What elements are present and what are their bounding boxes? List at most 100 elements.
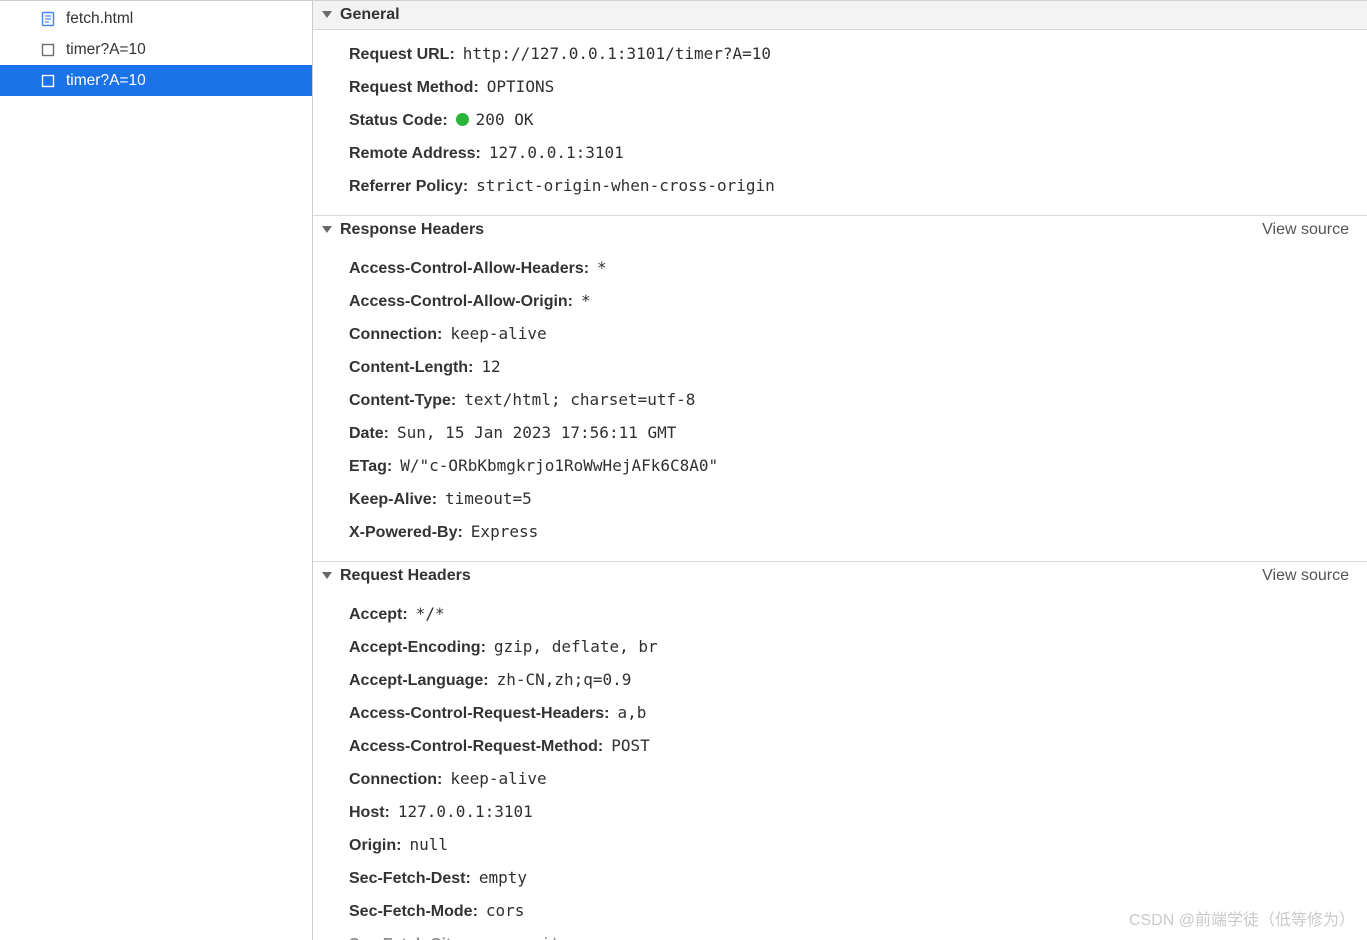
triangle-down-icon <box>322 11 332 18</box>
request-item-0[interactable]: fetch.html <box>0 3 312 34</box>
header-label: Accept-Encoding: <box>349 636 486 660</box>
request-item-name: timer?A=10 <box>66 41 146 59</box>
triangle-down-icon <box>322 572 332 579</box>
header-value: text/html; charset=utf-8 <box>464 388 695 412</box>
header-label: Accept-Language: <box>349 669 489 693</box>
triangle-down-icon <box>322 226 332 233</box>
section-request-toggle[interactable]: Request Headers View source <box>313 562 1367 590</box>
header-row: ETag: W/"c-ORbKbmgkrjo1RoWwHejAFk6C8A0" <box>313 450 1367 483</box>
header-value: */* <box>416 602 445 626</box>
header-value: W/"c-ORbKbmgkrjo1RoWwHejAFk6C8A0" <box>400 454 718 478</box>
header-label: Keep-Alive: <box>349 488 437 512</box>
header-value: * <box>597 256 607 280</box>
header-row: Origin: null <box>313 829 1367 862</box>
header-row: Access-Control-Request-Method: POST <box>313 730 1367 763</box>
section-title-text: General <box>340 6 400 24</box>
header-value: 127.0.0.1:3101 <box>489 141 624 165</box>
header-value: timeout=5 <box>445 487 532 511</box>
section-general-toggle[interactable]: General <box>313 1 1367 30</box>
header-value: * <box>581 289 591 313</box>
request-item-name: timer?A=10 <box>66 72 146 90</box>
header-label: Connection: <box>349 323 442 347</box>
header-value: cors <box>486 899 525 923</box>
response-rows: Access-Control-Allow-Headers: * Access-Co… <box>313 244 1367 561</box>
header-row: Host: 127.0.0.1:3101 <box>313 796 1367 829</box>
header-row: Referrer Policy: strict-origin-when-cros… <box>313 170 1367 203</box>
header-row: Accept: */* <box>313 598 1367 631</box>
header-row: Sec-Fetch-Site: cross-site <box>313 928 1367 940</box>
header-row: Status Code: 200 OK <box>313 104 1367 137</box>
general-rows: Request URL: http://127.0.0.1:3101/timer… <box>313 30 1367 215</box>
header-row: Content-Length: 12 <box>313 351 1367 384</box>
header-value: null <box>409 833 448 857</box>
header-label: X-Powered-By: <box>349 521 463 545</box>
header-label: Content-Length: <box>349 356 473 380</box>
devtools-network-panel: fetch.html timer?A=10 timer?A=10 General <box>0 0 1367 940</box>
header-row: Remote Address: 127.0.0.1:3101 <box>313 137 1367 170</box>
header-value: POST <box>611 734 650 758</box>
xhr-icon <box>40 73 56 89</box>
header-row: Access-Control-Allow-Headers: * <box>313 252 1367 285</box>
header-value: OPTIONS <box>487 75 554 99</box>
section-response-toggle[interactable]: Response Headers View source <box>313 216 1367 244</box>
header-label: Content-Type: <box>349 389 456 413</box>
section-general: General Request URL: http://127.0.0.1:31… <box>313 1 1367 216</box>
section-title-text: Request Headers <box>340 567 471 585</box>
header-label: Origin: <box>349 834 401 858</box>
header-row: Request URL: http://127.0.0.1:3101/timer… <box>313 38 1367 71</box>
header-row: Keep-Alive: timeout=5 <box>313 483 1367 516</box>
header-value: 12 <box>481 355 500 379</box>
header-value: Express <box>471 520 538 544</box>
headers-panel: General Request URL: http://127.0.0.1:31… <box>313 1 1367 940</box>
section-title-text: Response Headers <box>340 221 484 239</box>
header-label: Sec-Fetch-Dest: <box>349 867 471 891</box>
view-source-link[interactable]: View source <box>1262 221 1349 239</box>
header-value: 200 OK <box>456 108 534 132</box>
header-value: a,b <box>618 701 647 725</box>
document-icon <box>40 11 56 27</box>
header-value: 127.0.0.1:3101 <box>398 800 533 824</box>
header-row: Sec-Fetch-Mode: cors <box>313 895 1367 928</box>
status-ok-icon <box>456 113 469 126</box>
header-label: Remote Address: <box>349 142 481 166</box>
header-value: cross-site <box>473 932 569 940</box>
request-item-1[interactable]: timer?A=10 <box>0 34 312 65</box>
view-source-link[interactable]: View source <box>1262 567 1349 585</box>
request-item-name: fetch.html <box>66 10 133 28</box>
section-response-headers: Response Headers View source Access-Cont… <box>313 216 1367 562</box>
header-value: strict-origin-when-cross-origin <box>476 174 775 198</box>
header-label: Connection: <box>349 768 442 792</box>
header-label: Access-Control-Request-Method: <box>349 735 603 759</box>
header-value: zh-CN,zh;q=0.9 <box>497 668 632 692</box>
header-row: Access-Control-Allow-Origin:* <box>313 285 1367 318</box>
request-item-2[interactable]: timer?A=10 <box>0 65 312 96</box>
header-value: keep-alive <box>450 767 546 791</box>
header-row: Date: Sun, 15 Jan 2023 17:56:11 GMT <box>313 417 1367 450</box>
header-row: Request Method: OPTIONS <box>313 71 1367 104</box>
header-value: empty <box>479 866 527 890</box>
header-label: Date: <box>349 422 389 446</box>
header-label: Sec-Fetch-Site: <box>349 933 465 940</box>
header-value: gzip, deflate, br <box>494 635 658 659</box>
header-value: http://127.0.0.1:3101/timer?A=10 <box>463 42 771 66</box>
header-label: Request Method: <box>349 76 479 100</box>
header-label: Request URL: <box>349 43 455 67</box>
header-label: Host: <box>349 801 390 825</box>
header-row: Accept-Encoding: gzip, deflate, br <box>313 631 1367 664</box>
header-row: Sec-Fetch-Dest: empty <box>313 862 1367 895</box>
request-list: fetch.html timer?A=10 timer?A=10 <box>0 1 313 940</box>
section-request-headers: Request Headers View source Accept: */* A… <box>313 562 1367 940</box>
header-row: Access-Control-Request-Headers: a,b <box>313 697 1367 730</box>
header-label: Access-Control-Allow-Headers: <box>349 257 589 281</box>
header-label: Status Code: <box>349 109 448 133</box>
header-row: Connection: keep-alive <box>313 763 1367 796</box>
header-value: Sun, 15 Jan 2023 17:56:11 GMT <box>397 421 676 445</box>
header-row: Accept-Language: zh-CN,zh;q=0.9 <box>313 664 1367 697</box>
header-label: ETag: <box>349 455 392 479</box>
xhr-icon <box>40 42 56 58</box>
header-row: X-Powered-By: Express <box>313 516 1367 549</box>
request-rows: Accept: */* Accept-Encoding: gzip, deflate… <box>313 590 1367 940</box>
header-label: Sec-Fetch-Mode: <box>349 900 478 924</box>
header-label: Accept: <box>349 603 408 627</box>
header-label: Access-Control-Request-Headers: <box>349 702 610 726</box>
